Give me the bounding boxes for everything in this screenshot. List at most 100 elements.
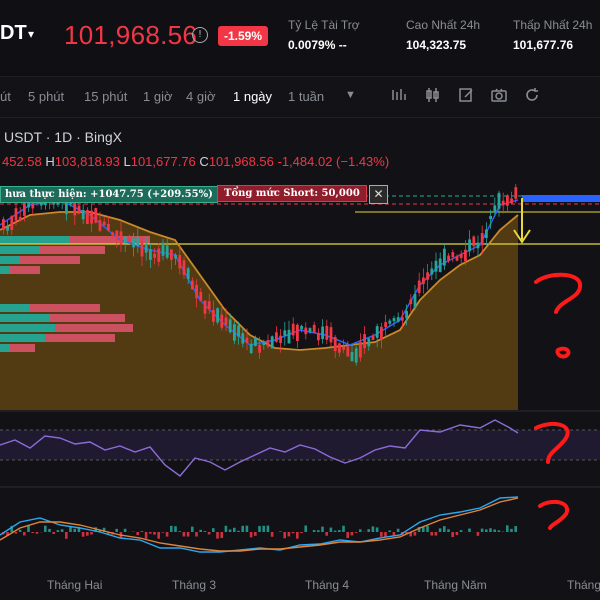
vp-bar <box>0 314 50 322</box>
candle-body <box>170 249 173 260</box>
candle-body <box>329 327 333 343</box>
vp-bar <box>10 266 40 274</box>
candle-body <box>480 233 484 246</box>
macd-bar <box>18 529 22 532</box>
candle-body <box>102 221 106 226</box>
timeframe-1m[interactable]: út <box>0 89 11 104</box>
candle-body <box>279 335 282 343</box>
candle-body <box>237 325 240 337</box>
high-24h-label: Cao Nhất 24h <box>406 18 481 32</box>
camera-icon[interactable] <box>490 86 508 104</box>
macd-bar <box>115 528 118 532</box>
macd-bar <box>207 532 211 535</box>
candle-body <box>455 256 459 261</box>
macd-bar <box>161 532 165 533</box>
timeframe-5m[interactable]: 5 phút <box>28 89 64 104</box>
macd-bar <box>48 528 51 532</box>
macd-bar <box>346 532 349 539</box>
macd-bar <box>300 532 303 534</box>
macd-bar <box>249 532 253 538</box>
candle-body <box>510 198 513 204</box>
vp-bar <box>30 304 100 312</box>
info-icon[interactable]: ! <box>192 27 208 43</box>
candle-body <box>392 318 396 322</box>
timeframe-4h[interactable]: 4 giờ <box>186 89 216 104</box>
macd-bar <box>224 525 228 532</box>
candle-body <box>430 268 434 275</box>
timeframe-1h[interactable]: 1 giờ <box>143 89 173 104</box>
candle-body <box>207 301 211 310</box>
vp-bar <box>10 344 35 352</box>
vp-bar <box>40 246 105 254</box>
short-total-tag[interactable]: Tổng mức Short: 50,000 <box>217 185 367 202</box>
candle-body <box>203 300 207 314</box>
pair-symbol[interactable]: DT <box>0 22 27 45</box>
candle-body <box>514 187 518 199</box>
macd-bar <box>396 528 400 532</box>
macd-bar <box>220 532 223 539</box>
macd-bar <box>203 531 207 532</box>
month-label: Tháng Năm <box>424 578 487 592</box>
macd-bar <box>52 532 55 534</box>
bars-icon[interactable] <box>390 86 408 104</box>
candle-body <box>426 272 429 280</box>
macd-bar <box>157 532 160 539</box>
timeframe-15m[interactable]: 15 phút <box>84 89 127 104</box>
macd-bar <box>178 531 181 532</box>
macd-bar <box>283 532 286 539</box>
price-marker-blue <box>522 195 600 202</box>
macd-bar <box>443 526 446 532</box>
macd-bar <box>493 529 496 532</box>
timeframe-1d[interactable]: 1 ngày <box>233 89 272 104</box>
macd-bar <box>291 532 295 534</box>
candle-body <box>258 344 261 353</box>
macd-bar <box>514 526 517 532</box>
macd-bar <box>23 532 26 536</box>
candle-body <box>140 240 144 257</box>
close-position-icon[interactable]: ✕ <box>369 185 388 204</box>
timeframe-more-icon[interactable]: ▼ <box>345 89 356 101</box>
candle-body <box>497 192 501 209</box>
candle-body <box>128 237 131 242</box>
macd-bar <box>485 529 488 532</box>
macd-bar <box>170 525 173 532</box>
candle-body <box>506 195 509 206</box>
refresh-icon[interactable] <box>523 86 541 104</box>
macd-bar <box>476 532 480 536</box>
candle-body <box>262 341 266 346</box>
macd-bar <box>304 525 307 532</box>
rsi-pane <box>0 419 600 477</box>
macd-bar <box>325 532 328 536</box>
candle-body <box>73 202 77 216</box>
macd-bar <box>434 532 438 536</box>
vp-bar <box>45 334 115 342</box>
vp-bar <box>0 334 45 342</box>
macd-bar <box>497 530 501 532</box>
candle-body <box>123 236 127 244</box>
macd-bar <box>296 532 299 539</box>
candle-body <box>283 330 287 336</box>
pair-dropdown-icon[interactable]: ▾ <box>28 27 34 41</box>
macd-bar <box>212 528 215 532</box>
candle-body <box>136 237 140 247</box>
macd-bar <box>321 526 324 532</box>
candle-body <box>245 337 249 343</box>
macd-bar <box>262 525 265 532</box>
candle-body <box>249 343 253 354</box>
timeframe-1w[interactable]: 1 tuần <box>288 89 324 104</box>
macd-bar <box>191 526 194 532</box>
unrealized-pnl-tag[interactable]: hưa thực hiện: +1047.75 (+209.55%) <box>0 186 218 203</box>
candle-body <box>438 258 442 272</box>
macd-bar <box>413 532 417 536</box>
macd-bar <box>266 525 270 532</box>
candle-body <box>485 229 488 239</box>
candle-body <box>472 236 476 247</box>
candles-icon[interactable] <box>424 86 442 104</box>
macd-bar <box>375 527 379 532</box>
candle-body <box>186 268 190 280</box>
macd-bar <box>480 528 484 532</box>
candle-body <box>296 324 299 342</box>
funding-rate-label: Tỷ Lệ Tài Trợ <box>288 18 360 32</box>
vp-bar <box>0 344 10 352</box>
edit-icon[interactable] <box>457 86 475 104</box>
